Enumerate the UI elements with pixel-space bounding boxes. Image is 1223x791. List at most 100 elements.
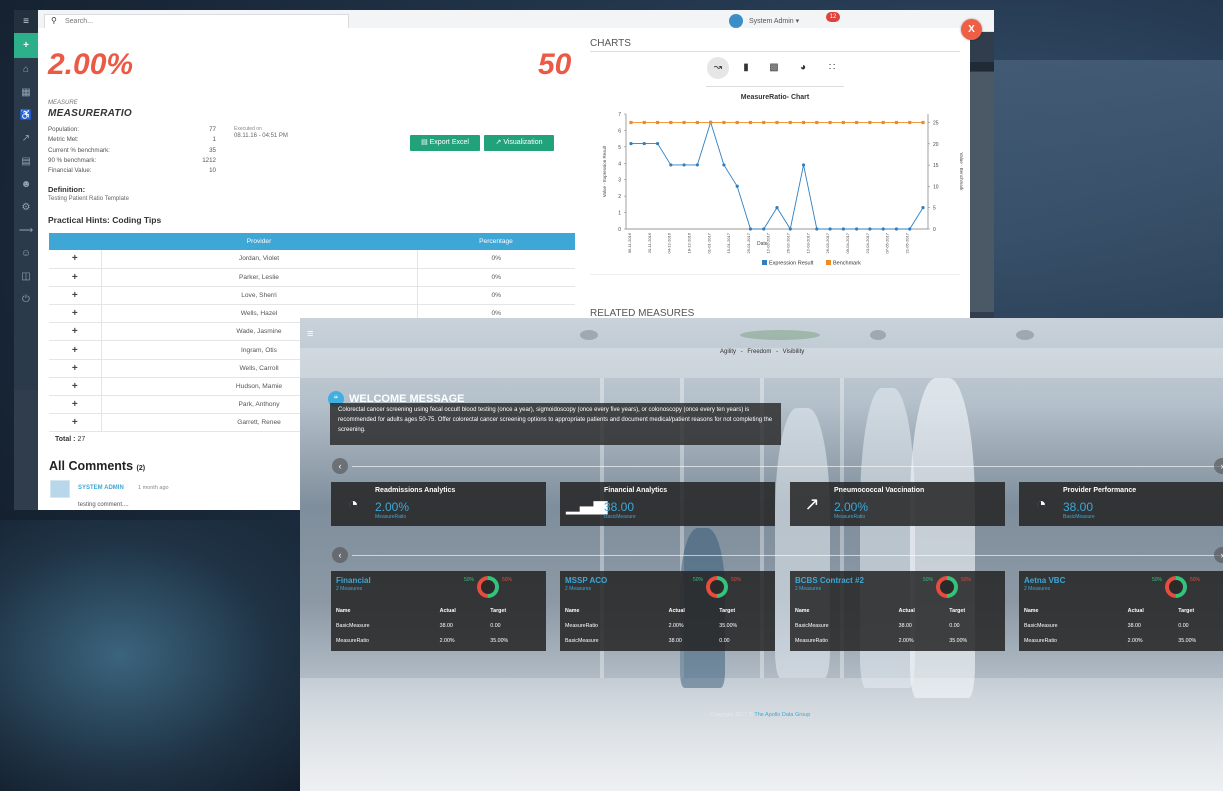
carousel-prev-icon[interactable]: ‹	[332, 458, 348, 474]
home-icon[interactable]: ⌂	[14, 58, 38, 81]
benchmark-point[interactable]	[815, 120, 819, 125]
benchmark-point[interactable]	[629, 120, 633, 125]
expression-result-point[interactable]	[921, 206, 925, 210]
menu-icon[interactable]: ≡	[14, 10, 38, 33]
benchmark-point[interactable]	[881, 120, 885, 125]
expand-row-button[interactable]: +	[49, 268, 102, 287]
expand-row-button[interactable]: +	[49, 413, 102, 433]
expand-row-button[interactable]: +	[49, 377, 102, 397]
expression-result-point[interactable]	[815, 227, 819, 231]
close-button[interactable]: X	[961, 19, 982, 40]
settings-icon[interactable]: ⚙	[14, 196, 38, 219]
expression-result-point[interactable]	[828, 227, 832, 231]
analytics-card[interactable]: ◔ Provider Performance 38.00 BasicMeasure	[1019, 482, 1223, 526]
add-icon[interactable]: +	[14, 33, 38, 58]
contract-title[interactable]: Aetna VBC	[1024, 576, 1065, 585]
benchmark-point[interactable]	[841, 120, 845, 125]
expression-result-point[interactable]	[722, 163, 726, 167]
pie-chart-type-icon[interactable]: ◕	[792, 57, 814, 79]
carousel-prev-icon[interactable]: ‹	[332, 547, 348, 563]
expression-result-point[interactable]	[841, 227, 845, 231]
table-icon[interactable]: ▦	[14, 81, 38, 104]
visualization-button[interactable]: ↗ Visualization	[484, 135, 554, 151]
benchmark-point[interactable]	[775, 120, 779, 125]
expression-result-point[interactable]	[908, 227, 912, 231]
contract-card[interactable]: BCBS Contract #2 2 Measures 50% 50% Name Actu…	[790, 571, 1005, 651]
benchmark-point[interactable]	[894, 120, 899, 125]
benchmark-point[interactable]	[642, 120, 646, 125]
user-menu[interactable]: System Admin ▾	[729, 14, 799, 28]
expression-result-point[interactable]	[669, 163, 673, 167]
users-icon[interactable]: ☻	[14, 173, 38, 196]
expand-row-button[interactable]: +	[49, 304, 102, 324]
accessibility-icon[interactable]: ♿	[14, 104, 38, 127]
export-excel-button[interactable]: ▤ Export Excel	[410, 135, 480, 151]
benchmark-point[interactable]	[855, 120, 859, 125]
benchmark-point[interactable]	[722, 120, 726, 125]
expression-result-point[interactable]	[775, 206, 779, 210]
contract-card[interactable]: MSSP ACO 2 Measures 50% 50% Name Actual Target…	[560, 571, 775, 651]
expand-row-button[interactable]: +	[49, 250, 102, 269]
analytics-card[interactable]: ↗ Pneumococcal Vaccination 2.00% MeasureRat…	[790, 482, 1005, 526]
benchmark-point[interactable]	[682, 120, 686, 125]
search-input[interactable]: ⚲ Search...	[44, 14, 349, 29]
bar-chart-type-icon[interactable]: ▮	[735, 57, 757, 79]
contract-title[interactable]: BCBS Contract #2	[795, 576, 864, 585]
expression-result-point[interactable]	[655, 141, 660, 146]
expression-result-point[interactable]	[695, 163, 699, 167]
benchmark-point[interactable]	[868, 120, 872, 125]
carousel-next-icon[interactable]: ›	[1214, 547, 1223, 563]
expression-result-point[interactable]	[642, 141, 646, 146]
trash-icon[interactable]: ◫	[14, 265, 38, 288]
benchmark-point[interactable]	[695, 120, 699, 125]
expression-result-point[interactable]	[762, 227, 766, 231]
expression-result-point[interactable]	[748, 227, 753, 231]
analytics-card[interactable]: ◔ Readmissions Analytics 2.00% MeasureRatio	[331, 482, 546, 526]
benchmark-point[interactable]	[828, 120, 832, 125]
chart-icon[interactable]: ↗	[14, 127, 38, 150]
expression-result-point[interactable]	[801, 163, 806, 167]
benchmark-point[interactable]	[748, 120, 753, 125]
benchmark-point[interactable]	[921, 120, 925, 125]
power-icon[interactable]: ⏻	[14, 288, 38, 311]
expression-result-point[interactable]	[735, 184, 739, 188]
copyright-company[interactable]: The Apollo Data Group	[754, 712, 810, 718]
legend-label[interactable]: Benchmark	[833, 261, 861, 267]
benchmark-point[interactable]	[762, 120, 766, 125]
benchmark-point[interactable]	[669, 120, 673, 125]
expression-result-point[interactable]	[788, 227, 792, 231]
expression-result-point[interactable]	[855, 227, 859, 231]
expression-result-point[interactable]	[868, 227, 872, 231]
expand-row-button[interactable]: +	[49, 322, 102, 342]
scatter-chart-type-icon[interactable]: ∷	[821, 57, 843, 79]
expand-row-button[interactable]: +	[49, 286, 102, 306]
column-chart-type-icon[interactable]: ▩	[763, 57, 785, 79]
benchmark-point[interactable]	[801, 120, 806, 125]
legend-label[interactable]: Expression Result	[769, 261, 814, 267]
benchmark-point[interactable]	[908, 120, 912, 125]
contract-card[interactable]: Financial 2 Measures 50% 50% Name Actual Targe…	[331, 571, 546, 651]
line-chart-type-icon[interactable]: ↝	[707, 57, 729, 79]
benchmark-point[interactable]	[735, 120, 739, 125]
comment-user[interactable]: SYSTEM ADMIN	[78, 485, 124, 491]
document-icon[interactable]: ▤	[14, 150, 38, 173]
benchmark-point[interactable]	[788, 120, 792, 125]
contract-card[interactable]: Aetna VBC 2 Measures 50% 50% Name Actual Targe…	[1019, 571, 1223, 651]
benchmark-point[interactable]	[655, 120, 660, 125]
notification-badge[interactable]: 12	[826, 12, 840, 22]
carousel-next-icon[interactable]: ›	[1214, 458, 1223, 474]
share-icon[interactable]: ⟶	[14, 219, 38, 242]
expression-result-point[interactable]	[682, 163, 686, 167]
expression-result-point[interactable]	[629, 141, 633, 146]
expression-result-point[interactable]	[894, 227, 899, 231]
contract-title[interactable]: MSSP ACO	[565, 576, 607, 585]
benchmark-point[interactable]	[709, 120, 713, 125]
expand-row-button[interactable]: +	[49, 395, 102, 415]
analytics-card[interactable]: ▁▃▅ Financial Analytics 38.00 BasicMeasure	[560, 482, 775, 526]
expression-result-point[interactable]	[881, 227, 885, 231]
hamburger-menu-icon[interactable]: ≡	[307, 328, 313, 340]
user-icon[interactable]: ☺	[14, 242, 38, 265]
contract-title[interactable]: Financial	[336, 576, 371, 585]
expand-row-button[interactable]: +	[49, 359, 102, 378]
expand-row-button[interactable]: +	[49, 340, 102, 360]
